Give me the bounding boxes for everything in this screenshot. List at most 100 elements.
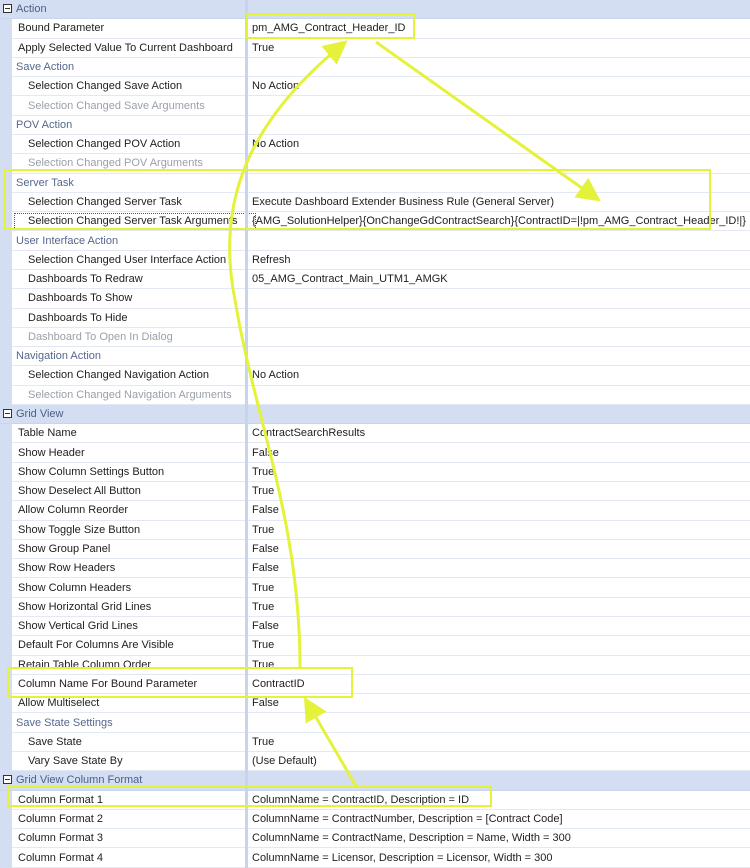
category-grid-view-column-format[interactable]: Grid View Column Format bbox=[0, 771, 750, 791]
row-gutter bbox=[0, 38, 12, 58]
property-value[interactable]: No Action bbox=[252, 80, 299, 92]
property-row-show-group-panel[interactable]: Show Group Panel False bbox=[0, 539, 750, 560]
property-row-bound-parameter[interactable]: Bound Parameter pm_AMG_Contract_Header_ID bbox=[0, 19, 750, 39]
row-gutter bbox=[0, 134, 12, 155]
property-value[interactable]: True bbox=[252, 42, 274, 54]
property-value[interactable]: ColumnName = ContractID, Description = I… bbox=[252, 794, 469, 806]
property-value[interactable]: {AMG_SolutionHelper}{OnChangeGdContractS… bbox=[252, 215, 746, 227]
property-row-vary-save-state-by[interactable]: Vary Save State By (Use Default) bbox=[0, 751, 750, 772]
property-row-selection-changed-server-task-arguments[interactable]: Selection Changed Server Task Arguments{… bbox=[0, 212, 750, 232]
subcategory-save-state-settings[interactable]: Save State Settings bbox=[0, 713, 750, 733]
property-row-selection-changed-navigation-action[interactable]: Selection Changed Navigation Action No Ac… bbox=[0, 366, 750, 386]
subcategory-navigation-action[interactable]: Navigation Action bbox=[0, 347, 750, 367]
property-row-allow-column-reorder[interactable]: Allow Column Reorder False bbox=[0, 501, 750, 521]
collapse-toggle-icon[interactable] bbox=[3, 408, 12, 418]
property-value[interactable]: True bbox=[252, 466, 274, 478]
property-row-show-toggle-size-button[interactable]: Show Toggle Size Button True bbox=[0, 520, 750, 540]
property-value[interactable]: False bbox=[252, 697, 279, 709]
property-value[interactable]: True bbox=[252, 485, 274, 497]
property-row-save-state[interactable]: Save State True bbox=[0, 732, 750, 752]
property-row-column-format-2[interactable]: Column Format 2 ColumnName = ContractNumb… bbox=[0, 809, 750, 830]
property-value[interactable]: Refresh bbox=[252, 254, 291, 266]
property-value[interactable]: True bbox=[252, 524, 274, 536]
property-name: Column Name For Bound Parameter bbox=[18, 677, 198, 690]
property-row-column-name-for-bound-parameter[interactable]: Column Name For Bound Parameter ContractI… bbox=[0, 674, 750, 695]
property-name: Selection Changed Navigation Arguments bbox=[28, 388, 232, 401]
property-value[interactable]: (Use Default) bbox=[252, 755, 317, 767]
property-value[interactable]: True bbox=[252, 601, 274, 613]
row-gutter bbox=[0, 443, 12, 463]
property-name: Selection Changed Save Arguments bbox=[28, 99, 205, 112]
row-gutter bbox=[0, 578, 12, 598]
property-row-apply-selected-value-to-current-dashboard[interactable]: Apply Selected Value To Current Dashboar… bbox=[0, 38, 750, 58]
row-gutter bbox=[0, 154, 12, 174]
property-row-show-horizontal-grid-lines[interactable]: Show Horizontal Grid Lines True bbox=[0, 597, 750, 617]
category-grid-view[interactable]: Grid View bbox=[0, 404, 750, 425]
collapse-toggle-icon[interactable] bbox=[3, 4, 12, 13]
property-value[interactable]: False bbox=[252, 447, 279, 459]
property-value[interactable]: pm_AMG_Contract_Header_ID bbox=[252, 22, 405, 34]
property-value[interactable]: ColumnName = Licensor, Description = Lic… bbox=[252, 852, 553, 864]
property-row-show-row-headers[interactable]: Show Row Headers False bbox=[0, 559, 750, 579]
property-row-show-column-headers[interactable]: Show Column Headers True bbox=[0, 578, 750, 598]
property-row-selection-changed-pov-arguments[interactable]: Selection Changed POV Arguments bbox=[0, 154, 750, 174]
subcategory-user-interface-action[interactable]: User Interface Action bbox=[0, 231, 750, 251]
property-row-selection-changed-pov-action[interactable]: Selection Changed POV Action No Action bbox=[0, 134, 750, 155]
property-row-show-vertical-grid-lines[interactable]: Show Vertical Grid Lines False bbox=[0, 617, 750, 637]
row-gutter bbox=[0, 173, 12, 193]
property-value[interactable]: True bbox=[252, 639, 274, 651]
property-row-dashboard-to-open-in-dialog[interactable]: Dashboard To Open In Dialog bbox=[0, 327, 750, 348]
row-gutter bbox=[0, 231, 12, 251]
property-name: Show Horizontal Grid Lines bbox=[18, 600, 152, 613]
row-gutter bbox=[0, 655, 12, 675]
property-row-dashboards-to-show[interactable]: Dashboards To Show bbox=[0, 289, 750, 309]
property-value[interactable]: ContractSearchResults bbox=[252, 427, 365, 439]
property-row-default-for-columns-are-visible[interactable]: Default For Columns Are Visible True bbox=[0, 636, 750, 656]
property-name: Vary Save State By bbox=[28, 755, 123, 768]
property-value[interactable]: No Action bbox=[252, 138, 299, 150]
property-row-selection-changed-server-task[interactable]: Selection Changed Server Task Execute Das… bbox=[0, 192, 750, 213]
property-name: Action bbox=[16, 3, 47, 16]
property-value[interactable]: False bbox=[252, 504, 279, 516]
row-gutter bbox=[0, 366, 12, 386]
property-value[interactable]: False bbox=[252, 543, 279, 555]
property-row-dashboards-to-hide[interactable]: Dashboards To Hide bbox=[0, 308, 750, 328]
subcategory-server-task[interactable]: Server Task bbox=[0, 173, 750, 193]
property-name: Show Column Headers bbox=[18, 581, 132, 594]
property-value[interactable]: ContractID bbox=[252, 678, 305, 690]
property-row-selection-changed-navigation-arguments[interactable]: Selection Changed Navigation Arguments bbox=[0, 385, 750, 405]
property-name: Show Column Settings Button bbox=[18, 465, 165, 478]
property-value[interactable]: False bbox=[252, 620, 279, 632]
property-row-allow-multiselect[interactable]: Allow Multiselect False bbox=[0, 694, 750, 714]
category-action[interactable]: Action bbox=[0, 0, 750, 20]
property-value[interactable]: No Action bbox=[252, 369, 299, 381]
property-value[interactable]: ColumnName = ContractNumber, Description… bbox=[252, 813, 563, 825]
property-name: Save State Settings bbox=[16, 716, 113, 729]
property-value[interactable]: True bbox=[252, 582, 274, 594]
property-value[interactable]: ColumnName = ContractName, Description =… bbox=[252, 832, 571, 844]
property-value[interactable]: Execute Dashboard Extender Business Rule… bbox=[252, 196, 554, 208]
property-name: Grid View Column Format bbox=[16, 774, 143, 787]
property-row-show-header[interactable]: Show Header False bbox=[0, 443, 750, 463]
property-row-show-column-settings-button[interactable]: Show Column Settings Button True bbox=[0, 462, 750, 483]
row-gutter bbox=[0, 347, 12, 367]
property-name: Bound Parameter bbox=[18, 22, 105, 35]
subcategory-pov-action[interactable]: POV Action bbox=[0, 115, 750, 135]
collapse-toggle-icon[interactable] bbox=[3, 775, 12, 785]
property-value[interactable]: True bbox=[252, 736, 274, 748]
property-value[interactable]: 05_AMG_Contract_Main_UTM1_AMGK bbox=[252, 273, 448, 285]
property-row-column-format-4[interactable]: Column Format 4 ColumnName = Licensor, De… bbox=[0, 848, 750, 868]
property-value[interactable]: False bbox=[252, 562, 279, 574]
property-row-retain-table-column-order[interactable]: Retain Table Column Order True bbox=[0, 655, 750, 675]
property-row-selection-changed-save-action[interactable]: Selection Changed Save Action No Action bbox=[0, 77, 750, 97]
property-row-selection-changed-user-interface-action[interactable]: Selection Changed User Interface Action R… bbox=[0, 250, 750, 270]
property-row-selection-changed-save-arguments[interactable]: Selection Changed Save Arguments bbox=[0, 96, 750, 116]
column-splitter[interactable] bbox=[245, 0, 248, 868]
property-row-table-name[interactable]: Table Name ContractSearchResults bbox=[0, 424, 750, 444]
property-row-dashboards-to-redraw[interactable]: Dashboards To Redraw 05_AMG_Contract_Main… bbox=[0, 269, 750, 290]
property-row-show-deselect-all-button[interactable]: Show Deselect All Button True bbox=[0, 482, 750, 502]
property-row-column-format-3[interactable]: Column Format 3 ColumnName = ContractName… bbox=[0, 829, 750, 849]
subcategory-save-action[interactable]: Save Action bbox=[0, 57, 750, 78]
property-row-column-format-1[interactable]: Column Format 1 ColumnName = ContractID, … bbox=[0, 790, 750, 810]
property-value[interactable]: True bbox=[252, 659, 274, 671]
